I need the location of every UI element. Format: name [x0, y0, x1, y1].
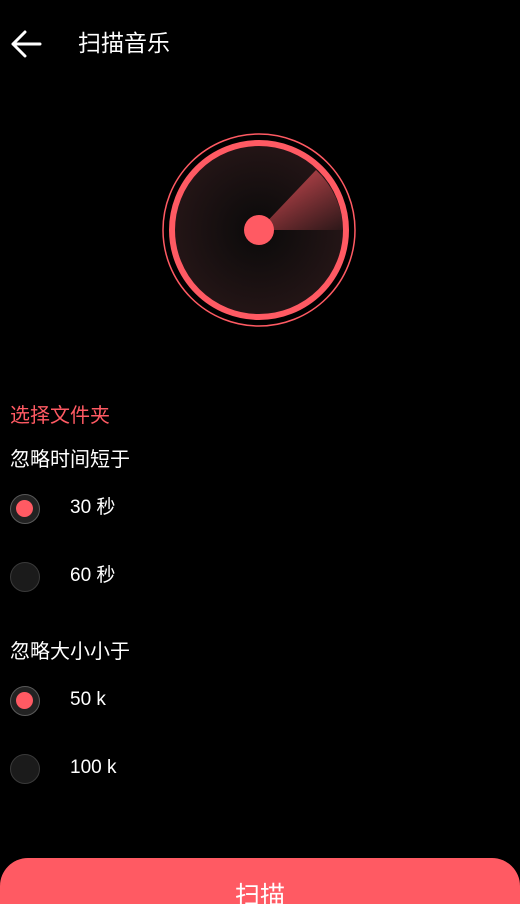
min-size-title: 忽略大小小于 — [10, 639, 130, 663]
radio-label: 100 k — [70, 757, 117, 778]
radio-button-unchecked[interactable] — [10, 562, 40, 592]
radar-scan-icon — [162, 133, 356, 327]
radio-label: 50 k — [70, 689, 106, 710]
duration-option-30[interactable]: 30 秒 — [0, 481, 520, 537]
duration-option-60[interactable]: 60 秒 — [0, 549, 520, 605]
radio-button-unchecked[interactable] — [10, 754, 40, 784]
page-title: 扫描音乐 — [78, 31, 170, 57]
radio-button-checked[interactable] — [10, 686, 40, 716]
size-option-50k[interactable]: 50 k — [0, 673, 520, 729]
min-duration-title: 忽略时间短于 — [10, 447, 130, 471]
radio-button-checked[interactable] — [10, 494, 40, 524]
arrow-left-icon — [11, 30, 42, 58]
select-folder-link[interactable]: 选择文件夹 — [10, 400, 110, 430]
scan-button[interactable]: 扫描 — [0, 858, 520, 904]
top-app-bar: 扫描音乐 — [0, 0, 520, 90]
scan-music-screen: 扫描音乐 选择文件夹 忽略时间短于 30 秒 60 秒 忽略大小小于 50 k — [0, 0, 520, 904]
radio-label: 30 秒 — [70, 497, 116, 518]
back-button[interactable] — [4, 22, 48, 66]
size-option-100k[interactable]: 100 k — [0, 741, 520, 797]
radio-label: 60 秒 — [70, 565, 116, 586]
